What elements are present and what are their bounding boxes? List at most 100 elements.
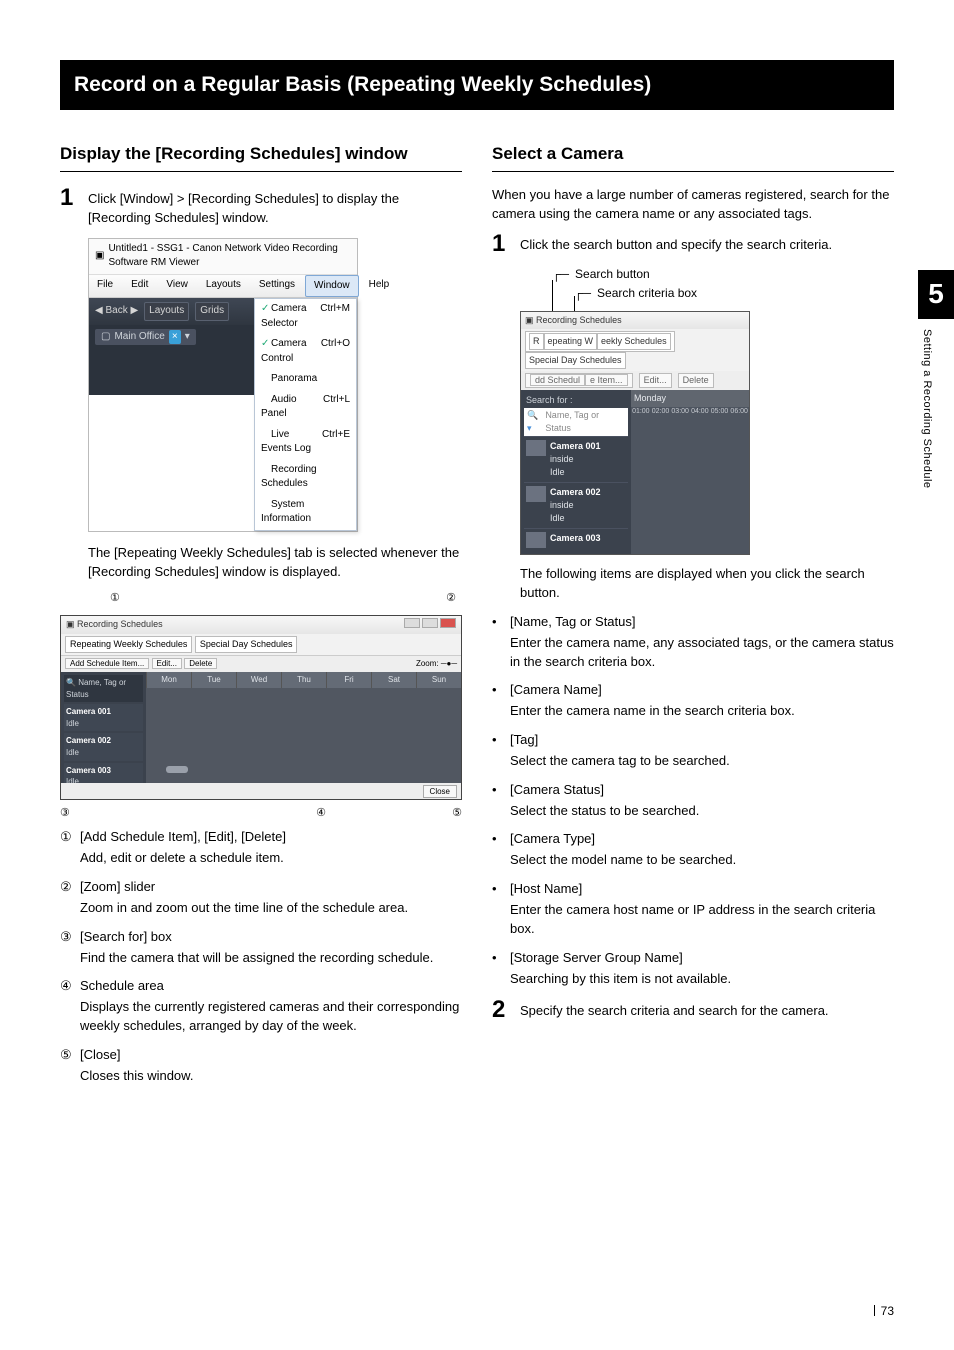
menu-item-system-information[interactable]: System Information [255, 495, 356, 530]
section-banner: Record on a Regular Basis (Repeating Wee… [60, 60, 894, 110]
right-step-2: 2 Specify the search criteria and search… [492, 998, 894, 1022]
menu-edit[interactable]: Edit [123, 275, 156, 298]
tab-special-day[interactable]: Special Day Schedules [195, 636, 298, 653]
camera-row[interactable]: Camera 002Idle [64, 733, 143, 760]
def-item: ②[Zoom] sliderZoom in and zoom out the t… [60, 878, 462, 918]
left-step-1: 1 Click [Window] > [Recording Schedules]… [60, 186, 462, 228]
list-item: •[Camera Status]Select the status to be … [492, 781, 894, 821]
window-title: Untitled1 - SSG1 - Canon Network Video R… [108, 242, 351, 271]
menu-help[interactable]: Help [361, 275, 398, 298]
callout-4: ④ [316, 806, 326, 822]
app-icon: ▣ [95, 249, 104, 264]
tabs-row: Repeating Weekly Schedules Special Day S… [521, 329, 749, 371]
camera-thumb [526, 440, 546, 456]
tab-label: Main Office [114, 330, 164, 345]
camera-row[interactable]: Camera 001Idle [64, 704, 143, 731]
camera-side-list: Search for : 🔍▾Name, Tag or Status Camer… [521, 390, 631, 554]
day-col: Fri [326, 672, 371, 688]
add-schedule-button[interactable]: Add Schedule Item... [65, 658, 149, 669]
camera-row[interactable]: Camera 003 [524, 528, 628, 551]
chapter-number-badge: 5 [918, 270, 954, 319]
new-tab-icon[interactable]: ▾ [185, 330, 190, 345]
camera-row[interactable]: Camera 001insideIdle [524, 436, 628, 482]
step-number: 2 [492, 998, 510, 1022]
def-item: ①[Add Schedule Item], [Edit], [Delete]Ad… [60, 828, 462, 868]
edit-button[interactable]: Edit... [152, 658, 182, 669]
day-col: Sun [416, 672, 461, 688]
camera-thumb [526, 532, 546, 548]
left-column: Display the [Recording Schedules] window… [60, 142, 462, 1095]
step-number: 1 [492, 232, 510, 256]
schedule-grid[interactable]: Monday 01:00 02:00 03:00 04:00 05:00 06:… [631, 390, 749, 554]
list-item: •[Name, Tag or Status]Enter the camera n… [492, 613, 894, 672]
zoom-control[interactable]: Zoom: ─●─ [416, 658, 457, 670]
horizontal-scrollbar[interactable] [146, 766, 457, 773]
delete-button[interactable]: Delete [678, 373, 714, 388]
def-item: ⑤[Close]Closes this window. [60, 1046, 462, 1086]
menu-layouts[interactable]: Layouts [198, 275, 249, 298]
window-controls[interactable] [402, 618, 456, 632]
menu-item-audio-panel[interactable]: Audio PanelCtrl+L [255, 390, 356, 425]
menu-view[interactable]: View [158, 275, 196, 298]
label-search-button: ┌─ Search button [552, 266, 894, 283]
menu-item-camera-control[interactable]: ✓Camera ControlCtrl+O [255, 334, 356, 369]
search-box[interactable]: 🔍 Name, Tag or Status [64, 675, 143, 702]
definitions-list: ①[Add Schedule Item], [Edit], [Delete]Ad… [60, 828, 462, 1085]
screenshot-app-menu: ▣ Untitled1 - SSG1 - Canon Network Video… [88, 238, 358, 532]
label-search-box: ┌─ Search criteria box [574, 285, 894, 302]
list-item: •[Camera Name]Enter the camera name in t… [492, 681, 894, 721]
day-col: Wed [236, 672, 281, 688]
schedule-grid[interactable]: Mon Tue Wed Thu Fri Sat Sun [146, 672, 461, 800]
step-number: 1 [60, 186, 78, 228]
add-schedule-button[interactable]: dd Schedule Item... [525, 373, 633, 388]
time-tick: 04:00 [690, 407, 710, 417]
menu-item-live-events-log[interactable]: Live Events LogCtrl+E [255, 425, 356, 460]
callout-2: ② [446, 591, 456, 607]
list-item: •[Tag]Select the camera tag to be search… [492, 731, 894, 771]
window-footer: Close [61, 783, 461, 799]
search-input[interactable]: 🔍▾Name, Tag or Status [524, 408, 628, 436]
tab-special-day[interactable]: Special Day Schedules [525, 352, 626, 369]
menu-settings[interactable]: Settings [251, 275, 303, 298]
right-heading: Select a Camera [492, 142, 894, 172]
left-heading: Display the [Recording Schedules] window [60, 142, 462, 172]
toolbar-row: Add Schedule Item... Edit... Delete Zoom… [61, 656, 461, 672]
back-nav[interactable]: ◀ Back ▶ [95, 304, 138, 319]
camera-side-list: 🔍 Name, Tag or Status Camera 001Idle Cam… [61, 672, 146, 800]
tab-main-office[interactable]: ▢ Main Office × ▾ [95, 329, 196, 346]
window-menu-dropdown: ✓Camera SelectorCtrl+M ✓Camera ControlCt… [254, 298, 357, 531]
menu-item-camera-selector[interactable]: ✓Camera SelectorCtrl+M [255, 299, 356, 334]
day-header: Monday [631, 390, 749, 407]
menu-item-panorama[interactable]: Panorama [255, 369, 356, 390]
menu-file[interactable]: File [89, 275, 121, 298]
grids-button[interactable]: Grids [195, 302, 229, 321]
paragraph-after-shot3: The following items are displayed when y… [520, 565, 894, 603]
layouts-button[interactable]: Layouts [144, 302, 189, 321]
callout-1: ① [110, 591, 120, 607]
callout-5: ⑤ [452, 806, 462, 822]
tabs-row: Repeating Weekly Schedules Special Day S… [61, 634, 461, 656]
day-col: Sat [371, 672, 416, 688]
close-tab-icon[interactable]: × [169, 330, 181, 345]
list-item: •[Storage Server Group Name]Searching by… [492, 949, 894, 989]
delete-button[interactable]: Delete [184, 658, 217, 669]
close-button[interactable]: Close [423, 785, 457, 799]
menu-window[interactable]: Window [305, 275, 359, 298]
search-for-label: Search for : [524, 393, 628, 408]
day-col: Tue [191, 672, 236, 688]
menu-item-recording-schedules[interactable]: Recording Schedules [255, 460, 356, 495]
search-icon[interactable]: 🔍▾ [527, 409, 542, 435]
tab-repeating-weekly[interactable]: Repeating Weekly Schedules [65, 636, 192, 653]
step-body: Click [Window] > [Recording Schedules] t… [88, 186, 462, 228]
tab-repeating-weekly[interactable]: Repeating Weekly Schedules [525, 331, 675, 352]
paragraph-after-shot1: The [Repeating Weekly Schedules] tab is … [88, 544, 462, 582]
edit-button[interactable]: Edit... [639, 373, 672, 388]
menubar: File Edit View Layouts Settings Window H… [89, 275, 357, 299]
right-step-1: 1 Click the search button and specify th… [492, 232, 894, 256]
step-body: Click the search button and specify the … [520, 232, 894, 256]
list-item: •[Host Name]Enter the camera host name o… [492, 880, 894, 939]
search-criteria-list: •[Name, Tag or Status]Enter the camera n… [492, 613, 894, 989]
day-col: Mon [146, 672, 191, 688]
camera-row[interactable]: Camera 002insideIdle [524, 482, 628, 528]
window-header: ▣ Recording Schedules [521, 312, 749, 329]
